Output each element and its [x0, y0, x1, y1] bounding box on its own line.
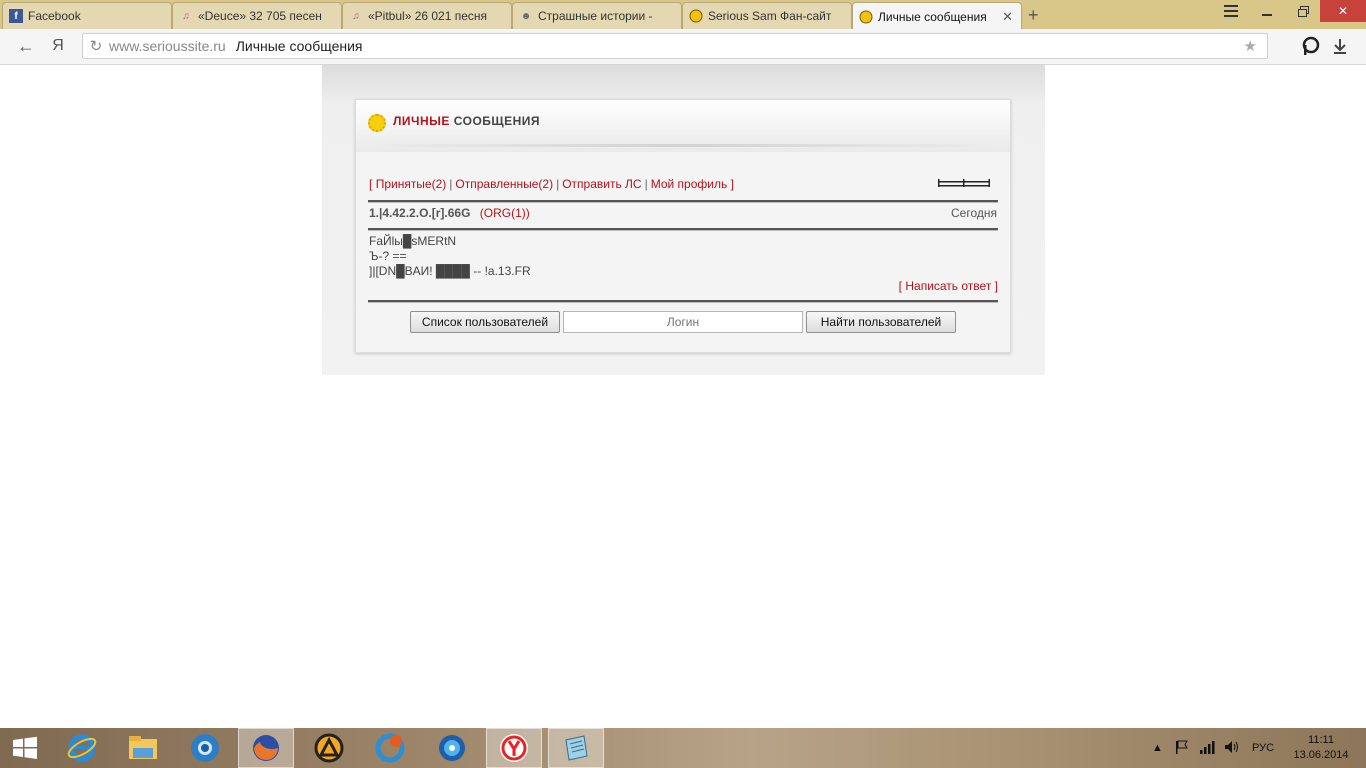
back-button[interactable]: ←: [14, 34, 38, 58]
tab-bar: f Facebook ♫ «Deuce» 32 705 песен ♫ «Pit…: [0, 0, 1366, 30]
minimize-button[interactable]: [1254, 0, 1280, 22]
login-input[interactable]: [563, 311, 803, 333]
restore-button[interactable]: [1288, 0, 1318, 22]
tab-serious-sam-fansite[interactable]: Serious Sam Фан-сайт: [682, 2, 852, 29]
yandex-browser-icon[interactable]: [486, 728, 542, 768]
messages-panel: ЛИЧНЫЕ СООБЩЕНИЯ [ Принятые(2) | Отправлен…: [355, 99, 1011, 353]
firefox-icon[interactable]: [238, 728, 294, 768]
internet-explorer-icon[interactable]: [54, 728, 110, 768]
menu-icon[interactable]: [1214, 0, 1248, 22]
serious-sam-icon: [859, 10, 873, 24]
write-reply-link[interactable]: Написать ответ: [905, 279, 991, 293]
nav-separator: |: [644, 177, 648, 191]
tab-label: Личные сообщения: [878, 9, 987, 24]
new-tab-button[interactable]: +: [1028, 5, 1039, 26]
nav-separator: |: [556, 177, 560, 191]
address-page-title: Личные сообщения: [235, 38, 363, 54]
volume-icon[interactable]: [1224, 740, 1240, 757]
address-domain: www.serioussite.ru: [109, 38, 226, 54]
nav-send-message-link[interactable]: Отправить ЛС: [562, 177, 641, 191]
messages-nav: [ Принятые(2) | Отправленные(2) | Отправить …: [369, 177, 734, 191]
divider: [368, 200, 998, 203]
chrome-like-browser-icon[interactable]: [177, 728, 233, 768]
close-tab-icon[interactable]: ✕: [1002, 9, 1013, 25]
clock[interactable]: 11:11 13.06.2014: [1290, 733, 1352, 763]
divider: [368, 228, 998, 231]
nav-received-link[interactable]: Принятые(2): [376, 177, 447, 191]
action-center-flag-icon[interactable]: [1175, 740, 1189, 757]
bookmark-star-icon[interactable]: ★: [1244, 37, 1257, 55]
sun-icon: [368, 114, 386, 132]
address-bar[interactable]: ↻ www.serioussite.ru Личные сообщения ★: [82, 33, 1268, 59]
tab-label: «Pitbul» 26 021 песня: [368, 9, 488, 23]
ccleaner-icon[interactable]: [362, 728, 418, 768]
message-org[interactable]: (ORG(1)): [480, 206, 530, 220]
message-header: 1.|4.42.2.O.[r].66G (ORG(1)) Сегодня: [369, 206, 997, 220]
facebook-icon: f: [9, 9, 23, 23]
close-window-button[interactable]: ✕: [1320, 0, 1366, 22]
header-divider: [366, 144, 1000, 147]
find-users-button[interactable]: Найти пользователей: [806, 311, 956, 333]
reply-link-wrapper: [ Написать ответ ]: [899, 279, 998, 293]
clock-date: 13.06.2014: [1293, 749, 1349, 761]
windows-start-icon[interactable]: [0, 728, 50, 768]
taskbar: ▲ РУС 11:11 13.06.2014: [0, 728, 1366, 768]
tab-private-messages[interactable]: Личные сообщения ✕: [852, 2, 1022, 30]
user-list-button[interactable]: Список пользователей: [410, 311, 560, 333]
tray-expand-icon[interactable]: ▲: [1152, 742, 1163, 754]
tab-facebook[interactable]: f Facebook: [2, 2, 172, 29]
serious-sam-icon: [689, 9, 703, 23]
pocket-icon[interactable]: [1300, 35, 1322, 57]
message-body: FaЙlы█sMERtN Ъ-? == ]|[DN█BAИ! ████ -- !…: [369, 234, 531, 278]
nav-separator: |: [449, 177, 453, 191]
yandex-home-button[interactable]: Я: [46, 34, 70, 58]
download-icon[interactable]: [1329, 35, 1351, 57]
nav-bracket-close: ]: [730, 177, 734, 191]
site-icon: ☻: [520, 10, 532, 22]
media-player-icon[interactable]: [424, 728, 480, 768]
notepad-icon[interactable]: [548, 728, 604, 768]
ruler-icon: [938, 179, 990, 187]
reload-icon[interactable]: ↻: [83, 37, 109, 55]
tab-label: Facebook: [28, 9, 81, 23]
network-signal-icon[interactable]: [1199, 740, 1215, 757]
divider: [368, 300, 998, 303]
tab-scary-stories[interactable]: ☻ Страшные истории -: [512, 2, 682, 29]
clock-time: 11:11: [1308, 734, 1334, 746]
nav-my-profile-link[interactable]: Мой профиль: [651, 177, 728, 191]
music-icon: ♫: [352, 10, 360, 22]
reply-bracket-close: ]: [994, 279, 998, 293]
tab-label: Страшные истории -: [538, 9, 653, 23]
tab-deuce[interactable]: ♫ «Deuce» 32 705 песен: [172, 2, 342, 29]
language-indicator[interactable]: РУС: [1252, 742, 1274, 754]
title-red-part: ЛИЧНЫЕ: [393, 114, 450, 128]
browser-toolbar: ← Я ↻ www.serioussite.ru Личные сообщени…: [0, 29, 1366, 65]
message-date: Сегодня: [951, 206, 997, 220]
aimp-icon[interactable]: [301, 728, 357, 768]
nav-sent-link[interactable]: Отправленные(2): [455, 177, 553, 191]
reply-bracket-open: [: [898, 279, 903, 293]
tab-label: Serious Sam Фан-сайт: [708, 9, 832, 23]
page-title: ЛИЧНЫЕ СООБЩЕНИЯ: [393, 114, 540, 128]
tab-pitbul[interactable]: ♫ «Pitbul» 26 021 песня: [342, 2, 512, 29]
message-sender[interactable]: 1.|4.42.2.O.[r].66G: [369, 206, 470, 220]
nav-bracket-open: [: [369, 177, 373, 191]
title-dark-part: СООБЩЕНИЯ: [453, 114, 541, 128]
tab-label: «Deuce» 32 705 песен: [198, 9, 322, 23]
music-icon: ♫: [182, 10, 190, 22]
file-explorer-icon[interactable]: [115, 728, 171, 768]
